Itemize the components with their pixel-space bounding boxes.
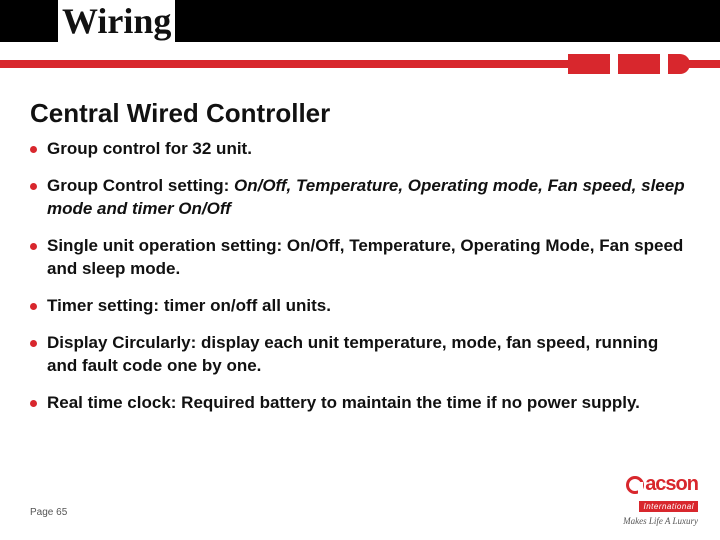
logo-mark-icon xyxy=(626,476,644,494)
list-item: Display Circularly: display each unit te… xyxy=(30,332,690,378)
bullet-icon xyxy=(30,303,37,310)
bullet-icon xyxy=(30,146,37,153)
list-item-text: Timer setting: timer on/off all units. xyxy=(47,295,331,318)
brand-logo: acson International Makes Life A Luxury xyxy=(623,473,698,526)
list-item: Single unit operation setting: On/Off, T… xyxy=(30,235,690,281)
logo-wordmark: acson xyxy=(623,473,698,496)
divider-gap xyxy=(660,54,668,74)
slide: Wiring Central Wired Controller Group co… xyxy=(0,0,720,540)
bold-text: Single unit operation setting: On/Off, T… xyxy=(47,236,683,278)
divider-segment xyxy=(568,54,610,74)
red-divider xyxy=(0,54,720,76)
section-heading: Central Wired Controller xyxy=(30,98,330,129)
list-item-text: Real time clock: Required battery to mai… xyxy=(47,392,640,415)
bullet-icon xyxy=(30,243,37,250)
bold-text: Timer setting: timer on/off all units. xyxy=(47,296,331,315)
list-item: Real time clock: Required battery to mai… xyxy=(30,392,690,415)
list-item-text: Group control for 32 unit. xyxy=(47,138,252,161)
logo-text: acson xyxy=(645,473,698,496)
logo-tagline: Makes Life A Luxury xyxy=(623,516,698,526)
list-item: Timer setting: timer on/off all units. xyxy=(30,295,690,318)
bold-text: Display Circularly: display each unit te… xyxy=(47,333,658,375)
list-item: Group Control setting: On/Off, Temperatu… xyxy=(30,175,690,221)
list-item-text: Display Circularly: display each unit te… xyxy=(47,332,690,378)
divider-segment xyxy=(618,54,660,74)
divider-gap xyxy=(610,54,618,74)
list-item-text: Single unit operation setting: On/Off, T… xyxy=(47,235,690,281)
list-item: Group control for 32 unit. xyxy=(30,138,690,161)
list-item-text: Group Control setting: On/Off, Temperatu… xyxy=(47,175,690,221)
divider-segment-end xyxy=(668,54,690,74)
bold-text: Group control for 32 unit. xyxy=(47,139,252,158)
page-number: Page 65 xyxy=(30,507,67,518)
bullet-icon xyxy=(30,340,37,347)
bullet-icon xyxy=(30,183,37,190)
bullet-icon xyxy=(30,400,37,407)
bullet-list: Group control for 32 unit. Group Control… xyxy=(30,138,690,428)
page-title: Wiring xyxy=(58,0,175,44)
logo-subtext: International xyxy=(639,501,698,512)
bold-text: Real time clock: Required battery to mai… xyxy=(47,393,640,412)
bold-text: Group Control setting: xyxy=(47,176,234,195)
